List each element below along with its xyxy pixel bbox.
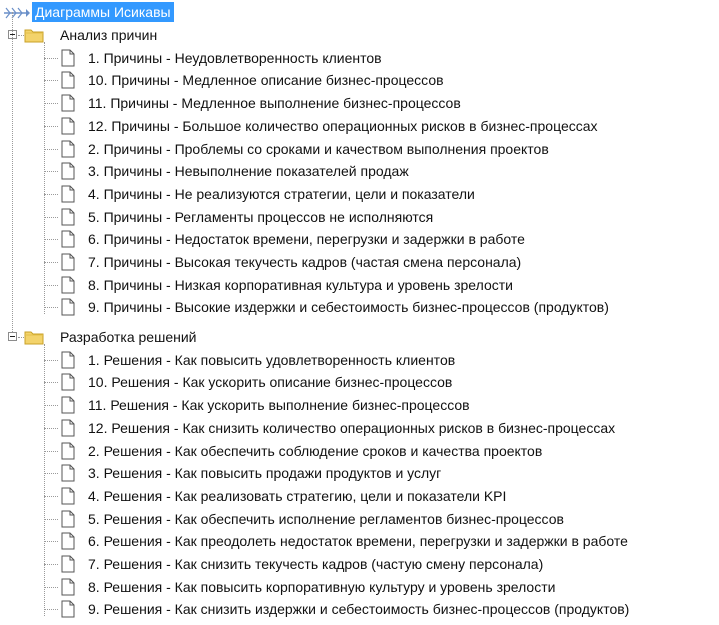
document-icon <box>61 555 75 573</box>
document-icon <box>61 578 75 596</box>
folder-icon <box>24 331 44 345</box>
tree-item-label: 11. Причины - Медленное выполнение бизне… <box>88 95 461 112</box>
tree-guide-line <box>44 609 58 611</box>
tree-item-label: 8. Решения - Как повысить корпоративную … <box>88 578 556 595</box>
tree-guide-line <box>44 586 58 588</box>
tree-group-label: Анализ причин <box>60 27 158 43</box>
tree-guide-line <box>44 148 58 150</box>
document-icon <box>61 230 75 248</box>
tree-guide-line <box>44 450 58 452</box>
tree-item-label: 9. Причины - Высокие издержки и себестои… <box>88 299 609 316</box>
document-icon <box>61 117 75 135</box>
document-icon <box>61 442 75 459</box>
document-icon <box>61 140 75 157</box>
tree-item-label: 5. Причины - Регламенты процессов не исп… <box>88 208 434 225</box>
tree-guide-line <box>44 427 58 429</box>
tree-view[interactable]: Диаграммы Исикавы Анализ причин 1. Причи… <box>0 0 719 625</box>
tree-item-label: 7. Причины - Высокая текучесть кадров (ч… <box>88 254 522 270</box>
tree-item-label: 11. Решения - Как ускорить выполнение би… <box>88 397 470 414</box>
document-icon <box>61 510 75 528</box>
tree-group-label: Разработка решений <box>60 329 197 345</box>
document-icon <box>61 396 75 414</box>
tree-item-label: 12. Решения - Как снизить количество опе… <box>88 419 616 436</box>
tree-item-label: 6. Решения - Как преодолеть недостаток в… <box>88 533 628 550</box>
tree-guide-line <box>18 337 24 338</box>
fishbone-icon <box>4 7 30 19</box>
document-icon <box>61 185 75 203</box>
tree-guide-line <box>44 80 58 82</box>
tree-guide-line <box>44 42 45 314</box>
tree-guide-line <box>44 541 58 543</box>
tree-item-label: 3. Решения - Как повысить продажи продук… <box>88 465 442 482</box>
tree-item-label: 4. Решения - Как реализовать стратегию, … <box>88 487 507 504</box>
tree-guide-line <box>44 239 58 241</box>
collapse-toggle[interactable] <box>8 332 17 341</box>
document-icon <box>61 276 75 294</box>
tree-item-label: 2. Решения - Как обеспечить соблюдение с… <box>88 442 543 459</box>
document-icon <box>61 600 75 618</box>
tree-guide-line <box>18 35 24 36</box>
tree-guide-line <box>44 193 58 195</box>
tree-guide-line <box>12 12 13 332</box>
tree-item-label: 7. Решения - Как снизить текучесть кадро… <box>88 556 544 572</box>
document-icon <box>61 532 75 550</box>
tree-item-label: 2. Причины - Проблемы со сроками и качес… <box>88 140 549 157</box>
document-icon <box>61 253 75 271</box>
tree-item-label: 5. Решения - Как обеспечить исполнение р… <box>88 510 564 527</box>
tree-item-label: 12. Причины - Большое количество операци… <box>88 117 598 134</box>
document-icon <box>61 464 75 482</box>
document-icon <box>61 298 75 316</box>
tree-guide-line <box>44 284 58 286</box>
tree-guide-line <box>44 359 58 361</box>
tree-item-label: 9. Решения - Как снизить издержки и себе… <box>88 601 630 618</box>
tree-item-label: 4. Причины - Не реализуются стратегии, ц… <box>88 185 475 202</box>
tree-item-label: 10. Причины - Медленное описание бизнес-… <box>88 72 444 89</box>
document-icon <box>61 94 75 112</box>
tree-guide-line <box>44 125 58 127</box>
tree-guide-line <box>44 382 58 384</box>
document-icon <box>61 487 75 505</box>
tree-root-label[interactable]: Диаграммы Исикавы <box>32 2 174 22</box>
tree-guide-line <box>44 171 58 173</box>
document-icon <box>61 208 75 226</box>
tree-guide-line <box>44 103 58 105</box>
tree-guide-line <box>44 216 58 218</box>
tree-item-label: 10. Решения - Как ускорить описание бизн… <box>88 374 453 391</box>
tree-guide-line <box>44 518 58 520</box>
tree-guide-line <box>44 307 58 309</box>
tree-item-label: 6. Причины - Недостаток времени, перегру… <box>88 231 525 248</box>
tree-guide-line <box>44 495 58 497</box>
document-icon <box>61 71 75 89</box>
document-icon <box>61 162 75 180</box>
tree-guide-line <box>44 473 58 475</box>
document-icon <box>61 419 75 437</box>
tree-item-label: 1. Решения - Как повысить удовлетворенно… <box>88 351 456 368</box>
folder-icon <box>24 29 44 43</box>
tree-guide-line <box>44 57 58 59</box>
document-icon <box>61 373 75 391</box>
tree-item-label: 3. Причины - Невыполнение показателей пр… <box>88 163 409 180</box>
document-icon <box>61 351 75 369</box>
tree-guide-line <box>44 344 45 616</box>
tree-item-label: 1. Причины - Неудовлетворенность клиенто… <box>88 49 382 66</box>
tree-guide-line <box>44 564 58 565</box>
tree-item-label: 8. Причины - Низкая корпоративная культу… <box>88 276 513 293</box>
tree-guide-line <box>44 262 58 263</box>
document-icon <box>61 49 75 67</box>
tree-guide-line <box>44 405 58 407</box>
